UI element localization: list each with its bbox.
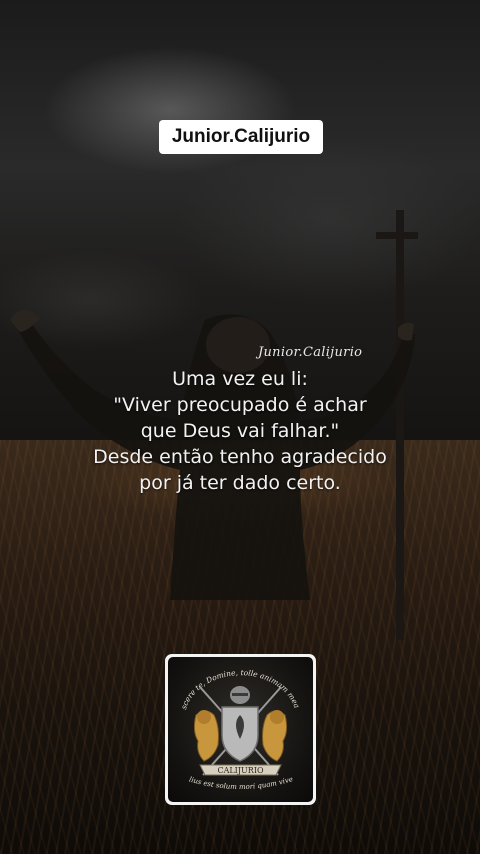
- quote-block: Uma vez eu li: "Viver preocupado é achar…: [40, 366, 440, 496]
- quote-line-1: Uma vez eu li:: [172, 368, 308, 390]
- crest-image: Discere te, Domine, tolle animam meam; C…: [168, 657, 313, 802]
- family-crest-card: Discere te, Domine, tolle animam meam; C…: [165, 654, 316, 805]
- quote-line-5: por já ter dado certo.: [139, 472, 341, 494]
- quote-line-2: "Viver preocupado é achar: [113, 394, 367, 416]
- crest-banner-text: CALIJURIO: [217, 766, 264, 775]
- username-watermark: Junior.Calijurio: [159, 120, 323, 154]
- coat-of-arms-icon: Discere te, Domine, tolle animam meam; C…: [168, 657, 302, 791]
- quote-line-3: que Deus vai falhar.": [140, 420, 340, 442]
- quote-line-4: Desde então tenho agradecido: [93, 446, 387, 468]
- signature-text: Junior.Calijurio: [258, 345, 363, 360]
